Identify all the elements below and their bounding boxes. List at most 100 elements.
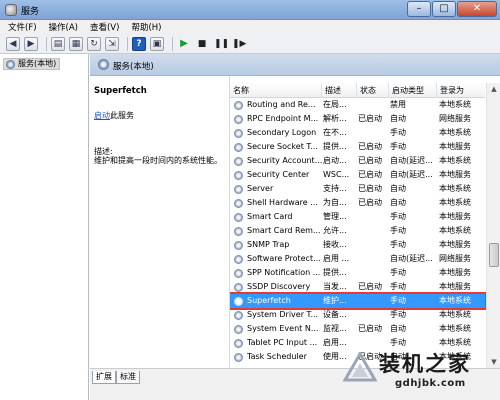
service-status: [358, 126, 389, 140]
table-row[interactable]: Software Protect... 启用 ... 自动(延迟... 网络服务: [230, 252, 485, 266]
table-row[interactable]: RPC Endpoint M... 解析... 已启动 自动 网络服务: [230, 112, 485, 126]
column-header-name[interactable]: 名称: [230, 83, 322, 98]
service-status: [358, 238, 389, 252]
tab-extended[interactable]: 扩展: [92, 371, 116, 384]
table-row[interactable]: SNMP Trap 接收... 手动 本地服务: [230, 238, 485, 252]
start-service-suffix: 此服务: [110, 111, 134, 120]
refresh-button[interactable]: ↻: [87, 36, 101, 51]
service-description: 支持...: [323, 182, 356, 196]
service-log-on-as: 本地系统: [439, 182, 485, 196]
table-row[interactable]: SPP Notification ... 提供... 手动 本地服务: [230, 266, 485, 280]
service-startup-type-text: 手动: [390, 268, 406, 277]
start-service-link[interactable]: 启动: [94, 111, 110, 120]
table-row[interactable]: Security Account... 启动... 已启动 自动(延迟... 本地系统: [230, 154, 485, 168]
gear-icon: [234, 157, 243, 166]
service-status: 已启动: [358, 140, 389, 154]
close-button[interactable]: ✕: [457, 1, 497, 17]
column-header-description[interactable]: 描述: [322, 83, 357, 98]
service-log-on-as: 本地系统: [439, 308, 485, 322]
service-description-text: 设备...: [323, 310, 347, 319]
service-description: 当发...: [323, 280, 356, 294]
service-log-on-as: 本地系统: [439, 98, 485, 112]
minimize-button[interactable]: –: [407, 1, 431, 17]
gear-icon: [234, 171, 243, 180]
panel-header: 服务(本地): [90, 54, 500, 76]
service-status: [358, 266, 389, 280]
back-button[interactable]: ◀: [6, 36, 20, 51]
vertical-scrollbar[interactable]: ▲ ▼: [486, 83, 500, 368]
service-description: 设备...: [323, 308, 356, 322]
service-log-on-as-text: 本地服务: [439, 240, 471, 249]
scroll-thumb[interactable]: [489, 243, 499, 267]
column-header-log-on-as[interactable]: 登录为: [437, 83, 485, 98]
table-row[interactable]: Smart Card Rem... 允许... 手动 本地系统: [230, 224, 485, 238]
list-header: 名称 描述 状态 启动类型 登录为: [230, 83, 485, 98]
service-name-text: Smart Card: [247, 212, 293, 221]
column-header-status[interactable]: 状态: [357, 83, 389, 98]
service-description: 提供...: [323, 140, 356, 154]
panel-title: 服务(本地): [113, 62, 154, 72]
service-log-on-as: 本地系统: [439, 224, 485, 238]
restart-service-button[interactable]: ❚▶: [231, 37, 246, 51]
gear-icon: [234, 115, 243, 124]
help-button[interactable]: ?: [132, 36, 146, 51]
service-startup-type: 自动(延迟...: [390, 252, 436, 266]
service-name: Secondary Logon: [234, 126, 322, 140]
service-name-text: Secure Socket T...: [247, 142, 318, 151]
table-row[interactable]: SSDP Discovery 当发... 已启动 手动 本地服务: [230, 280, 485, 294]
pause-service-button[interactable]: ❚❚: [213, 37, 229, 51]
service-name-text: Server: [247, 184, 274, 193]
menu-view[interactable]: 查看(V): [90, 21, 119, 33]
service-name: Smart Card: [234, 210, 322, 224]
service-status-text: 已启动: [358, 170, 382, 179]
menu-help[interactable]: 帮助(H): [131, 21, 161, 33]
table-row[interactable]: Secure Socket T... 提供... 已启动 手动 本地服务: [230, 140, 485, 154]
menu-file[interactable]: 文件(F): [8, 21, 37, 33]
console-tree-button[interactable]: ▤: [51, 36, 65, 51]
watermark: 装机之家 gdhjbk.com: [335, 346, 500, 400]
service-log-on-as: 本地服务: [439, 140, 485, 154]
start-service-button[interactable]: ▶: [177, 37, 191, 51]
table-row[interactable]: Server 支持... 已启动 自动 本地系统: [230, 182, 485, 196]
table-row[interactable]: Security Center WSC... 已启动 自动(延迟... 本地服务: [230, 168, 485, 182]
tree-item-services-local[interactable]: 服务(本地): [3, 58, 61, 70]
service-description-text: 在局...: [323, 100, 347, 109]
service-log-on-as-text: 本地服务: [439, 282, 471, 291]
view-icon: ▣: [152, 38, 162, 49]
properties-button[interactable]: ▦: [69, 36, 83, 51]
service-startup-type-text: 手动: [390, 296, 406, 305]
export-list-button[interactable]: ⇲: [105, 36, 119, 51]
scroll-up-icon[interactable]: ▲: [488, 83, 500, 95]
table-row[interactable]: System Event N... 监视... 已启动 自动 本地系统: [230, 322, 485, 336]
service-startup-type: 自动: [390, 196, 436, 210]
mmc-view-button[interactable]: ▣: [150, 36, 164, 51]
table-row-selected[interactable]: Superfetch 维护... 手动 本地系统: [230, 292, 487, 310]
service-log-on-as: 本地系统: [439, 196, 485, 210]
column-header-startup-type[interactable]: 启动类型: [389, 83, 437, 98]
stop-icon: ■: [197, 38, 207, 49]
service-startup-type-text: 手动: [390, 226, 406, 235]
stop-service-button[interactable]: ■: [195, 37, 209, 51]
table-row[interactable]: Routing and Re... 在局... 禁用 本地系统: [230, 98, 485, 112]
service-status: 已启动: [358, 112, 389, 126]
gear-icon: [234, 213, 243, 222]
service-description: 维护...: [323, 294, 356, 308]
menu-action[interactable]: 操作(A): [49, 21, 78, 33]
service-status: 已启动: [358, 322, 389, 336]
play-icon: ▶: [180, 37, 188, 49]
table-row[interactable]: Smart Card 管理... 手动 本地服务: [230, 210, 485, 224]
service-log-on-as: 本地服务: [439, 168, 485, 182]
table-row[interactable]: Shell Hardware ... 为自... 已启动 自动 本地系统: [230, 196, 485, 210]
service-description-text: 管理...: [323, 212, 347, 221]
table-row[interactable]: Secondary Logon 在不... 手动 本地系统: [230, 126, 485, 140]
service-log-on-as-text: 本地系统: [439, 100, 471, 109]
service-status: 已启动: [358, 154, 389, 168]
gear-icon: [234, 227, 243, 236]
tab-standard[interactable]: 标准: [116, 371, 140, 384]
table-row[interactable]: System Driver T... 设备... 手动 本地系统: [230, 308, 485, 322]
maximize-button[interactable]: □: [432, 1, 456, 17]
forward-button[interactable]: ▶: [24, 36, 38, 51]
service-name: Software Protect...: [234, 252, 322, 266]
service-name: SPP Notification ...: [234, 266, 322, 280]
service-status-text: 已启动: [358, 324, 382, 333]
